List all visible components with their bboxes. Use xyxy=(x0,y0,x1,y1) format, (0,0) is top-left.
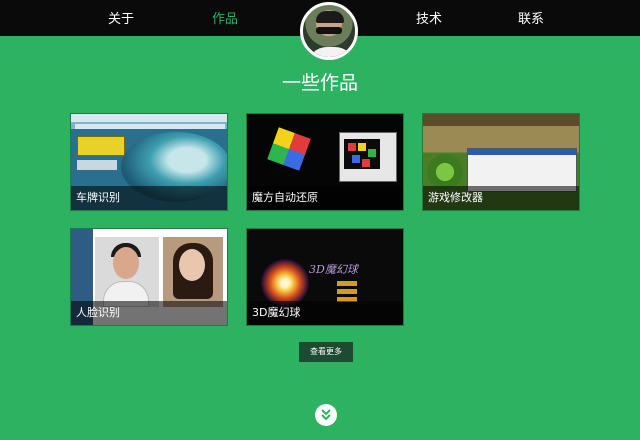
view-more-button[interactable]: 查看更多 xyxy=(299,342,353,362)
work-card-game-modifier[interactable]: 游戏修改器 xyxy=(422,113,580,211)
work-card-magic-ball[interactable]: 3D魔幻球 3D魔幻球 xyxy=(246,228,404,326)
game-plant-image xyxy=(427,154,463,190)
thumb-window-canvas xyxy=(344,139,380,169)
work-caption: 车牌识别 xyxy=(71,186,227,210)
avatar[interactable] xyxy=(300,2,358,60)
work-card-face-recognition[interactable]: 人脸识别 xyxy=(70,228,228,326)
magic-ball-logo: 3D魔幻球 xyxy=(309,263,358,276)
section-title: 一些作品 xyxy=(281,72,358,94)
license-plate-image xyxy=(77,136,125,156)
work-caption: 3D魔幻球 xyxy=(247,301,403,325)
work-caption: 人脸识别 xyxy=(71,301,227,325)
thumb-menu-bar xyxy=(337,281,357,286)
avatar-sunglasses xyxy=(316,27,342,34)
nav-item-works[interactable]: 作品 xyxy=(212,8,238,27)
thumb-panel xyxy=(77,160,117,170)
nav-item-about[interactable]: 关于 xyxy=(108,8,134,27)
face-photo-2 xyxy=(163,237,223,307)
thumb-toolbar xyxy=(75,124,225,129)
double-chevron-down-icon-svg xyxy=(321,409,331,421)
work-caption: 魔方自动还原 xyxy=(247,186,403,210)
nav-item-contact[interactable]: 联系 xyxy=(518,8,544,27)
rubik-cube-image xyxy=(267,127,311,171)
thumb-menu-bar xyxy=(337,289,357,294)
work-card-plate-recognition[interactable]: 车牌识别 xyxy=(70,113,228,211)
nav-item-tech[interactable]: 技术 xyxy=(416,8,442,27)
thumb-window xyxy=(339,132,397,182)
work-card-rubik-solver[interactable]: 魔方自动还原 xyxy=(246,113,404,211)
magic-ball-glow xyxy=(261,259,309,307)
work-caption: 游戏修改器 xyxy=(423,186,579,210)
avatar-hair xyxy=(316,11,344,23)
avatar-shirt xyxy=(307,47,355,57)
double-chevron-down-icon[interactable] xyxy=(315,404,337,426)
face-photo-1 xyxy=(95,237,159,307)
